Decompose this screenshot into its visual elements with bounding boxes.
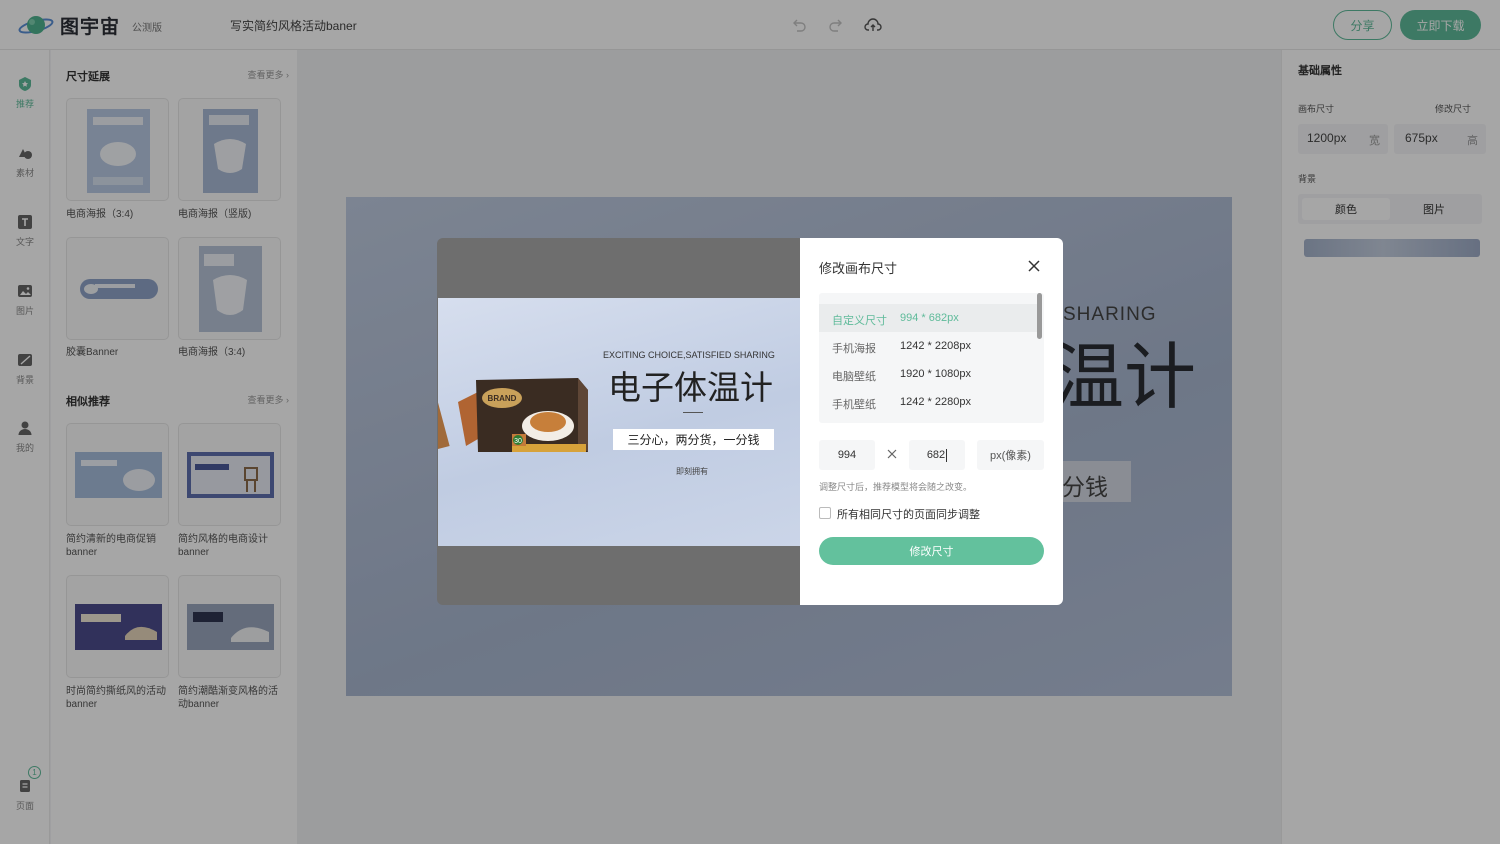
width-input[interactable]: 994 [819,440,875,470]
preview-artwork: BRAND 30 EXCITING CHOICE,SATISFIED SHARI… [438,298,800,546]
resize-hint: 调整尺寸后，推荐模型将会随之改变。 [819,482,973,492]
resize-preview: BRAND 30 EXCITING CHOICE,SATISFIED SHARI… [437,238,800,605]
sync-pages-checkbox[interactable] [819,507,831,519]
preset-item[interactable]: 手机海报 1242 * 2208px [819,332,1037,360]
multiply-icon [887,449,897,459]
preview-tagline-cn: 三分心，两分货，一分钱 [613,429,774,450]
preview-headline: 电子体温计 [608,369,773,406]
preset-item[interactable]: 自定义尺寸 994 * 682px [819,304,1037,332]
preset-list-scrollbar[interactable] [1037,293,1042,339]
product-box-illustration: BRAND 30 [438,378,588,452]
apply-resize-button[interactable]: 修改尺寸 [819,537,1044,565]
count-label-text: 30 [514,438,522,445]
height-input[interactable]: 682 [909,440,965,470]
resize-canvas-dialog: 修改画布尺寸 自定义尺寸 994 * 682px 手机海报 1242 * 220… [800,238,1063,605]
preset-size: 1920 * 1080px [900,368,971,380]
preset-size: 1242 * 2208px [900,340,971,352]
close-icon[interactable] [1026,258,1042,274]
preset-name: 自定义尺寸 [832,315,887,327]
preset-item[interactable]: 电脑壁纸 1920 * 1080px [819,360,1037,388]
text-cursor [946,448,948,462]
size-preset-list: 自定义尺寸 994 * 682px 手机海报 1242 * 2208px 电脑壁… [819,293,1044,423]
preset-size: 1242 * 2280px [900,396,971,408]
preview-tagline-en: EXCITING CHOICE,SATISFIED SHARING [603,350,775,360]
unit-select[interactable]: px(像素) [977,440,1044,470]
brand-label-text: BRAND [488,394,517,403]
preview-cta: 即刻拥有 [676,467,708,476]
preset-size: 994 * 682px [900,312,959,324]
preset-name: 手机海报 [832,343,876,355]
sync-pages-label[interactable]: 所有相同尺寸的页面同步调整 [837,506,980,522]
preset-name: 电脑壁纸 [832,371,876,383]
preset-name: 手机壁纸 [832,399,876,411]
preview-divider [683,412,703,413]
dialog-title: 修改画布尺寸 [819,261,898,276]
preset-item[interactable]: 手机壁纸 1242 * 2280px [819,388,1037,416]
height-input-value: 682 [926,449,946,461]
